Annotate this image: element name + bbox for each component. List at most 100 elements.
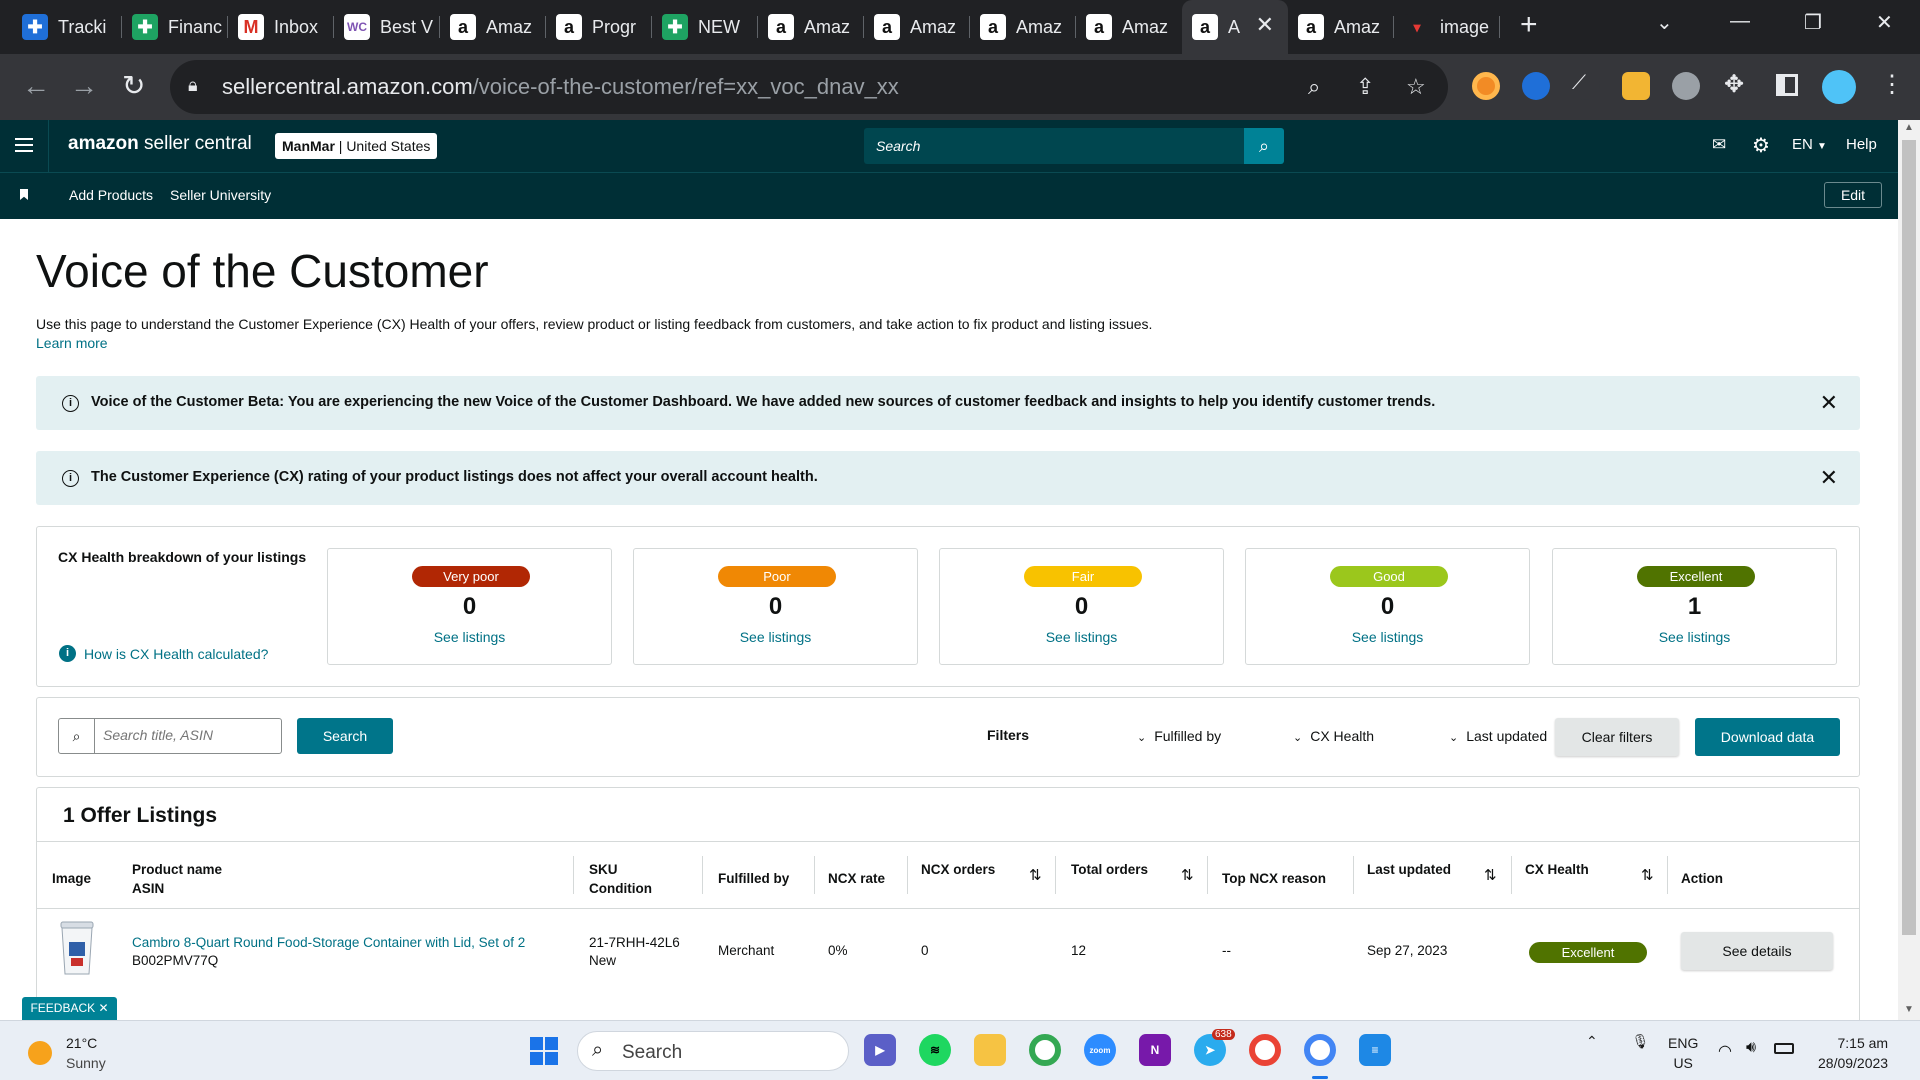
last-updated-dropdown[interactable]: ⌄ Last updated xyxy=(1449,728,1547,744)
edit-bookmarks-button[interactable]: Edit xyxy=(1824,182,1882,208)
fulfilled-by-dropdown[interactable]: ⌄ Fulfilled by xyxy=(1137,728,1221,744)
see-listings-link[interactable]: See listings xyxy=(940,629,1223,645)
language-selector[interactable]: EN ▼ xyxy=(1792,136,1827,153)
browser-tab[interactable]: M Inbox xyxy=(228,0,334,54)
help-link[interactable]: Help xyxy=(1846,136,1877,153)
reload-icon[interactable]: ↻ xyxy=(122,70,145,102)
mail-icon[interactable]: ✉ xyxy=(1712,135,1726,155)
browser-tab-active[interactable]: aA ✕ xyxy=(1182,0,1288,54)
side-panel-icon[interactable] xyxy=(1776,74,1798,96)
weather-widget[interactable]: 21°C Sunny xyxy=(28,1035,106,1071)
pen-extension-icon[interactable]: ⟋ xyxy=(1572,72,1600,100)
bookmark-add-products[interactable]: Add Products xyxy=(69,187,153,203)
chrome-profile-icon[interactable] xyxy=(1249,1034,1281,1066)
see-listings-link[interactable]: See listings xyxy=(328,629,611,645)
extension-icon[interactable] xyxy=(1472,72,1500,100)
spotify-icon[interactable]: ≋ xyxy=(919,1034,951,1066)
asin: B002PMV77Q xyxy=(132,953,219,968)
sort-arrows-icon[interactable]: ⇅ xyxy=(1029,866,1042,884)
sort-arrows-icon[interactable]: ⇅ xyxy=(1484,866,1497,884)
see-listings-link[interactable]: See listings xyxy=(634,629,917,645)
dismiss-close-icon[interactable]: ✕ xyxy=(1820,390,1838,416)
teams-meet-icon[interactable]: ▶ xyxy=(864,1034,896,1066)
sort-arrows-icon[interactable]: ⇅ xyxy=(1641,866,1654,884)
windows-start-icon[interactable] xyxy=(530,1037,558,1065)
browser-tab[interactable]: ✚ Financ xyxy=(122,0,228,54)
browser-tab[interactable]: a Amaz xyxy=(440,0,546,54)
close-window-icon[interactable]: ✕ xyxy=(1876,10,1893,35)
product-thumbnail[interactable] xyxy=(55,918,99,978)
listing-search-field[interactable]: ⌕ xyxy=(58,718,282,754)
show-hidden-icons-chevron-icon[interactable]: ⌃ xyxy=(1586,1033,1598,1049)
notepad-icon[interactable]: ≡ xyxy=(1359,1034,1391,1066)
see-details-button[interactable]: See details xyxy=(1681,932,1833,970)
browser-tab[interactable]: ✚ NEW xyxy=(652,0,758,54)
clock[interactable]: 7:15 am 28/09/2023 xyxy=(1818,1033,1888,1073)
restore-icon[interactable]: ❐ xyxy=(1804,10,1822,35)
product-name-link[interactable]: Cambro 8-Quart Round Food-Storage Contai… xyxy=(132,934,525,952)
browser-tab[interactable]: ✚ Tracki xyxy=(12,0,122,54)
speaker-icon[interactable]: 🔊︎ xyxy=(1746,1039,1756,1057)
account-switcher[interactable]: ManMar | United States xyxy=(275,133,438,159)
zoom-icon[interactable]: ⌕ xyxy=(1308,74,1320,100)
browser-tab[interactable]: a Amaz xyxy=(864,0,970,54)
bookmark-star-icon[interactable]: ☆ xyxy=(1406,74,1426,100)
close-tab-icon[interactable]: ✕ xyxy=(1256,12,1274,38)
file-explorer-icon[interactable] xyxy=(974,1034,1006,1066)
share-icon[interactable]: ⇪ xyxy=(1356,74,1374,100)
settings-gear-icon[interactable]: ⚙ xyxy=(1752,133,1770,158)
dismiss-close-icon[interactable]: ✕ xyxy=(1820,465,1838,491)
sort-arrows-icon[interactable]: ⇅ xyxy=(1181,866,1194,884)
browser-tab[interactable]: a Progr xyxy=(546,0,652,54)
minimize-icon[interactable]: — xyxy=(1730,10,1750,33)
profile-avatar[interactable] xyxy=(1822,70,1856,104)
input-language[interactable]: ENG US xyxy=(1668,1033,1698,1073)
new-tab-icon[interactable]: + xyxy=(1520,8,1538,42)
browser-tab[interactable]: a Amaz xyxy=(970,0,1076,54)
seller-central-logo[interactable]: amazon seller central xyxy=(68,133,252,155)
language-code: ENG xyxy=(1668,1035,1699,1051)
browser-tab[interactable]: ▾ image xyxy=(1394,0,1500,54)
url-path: /voice-of-the-customer/ref=xx_voc_dnav_x… xyxy=(472,74,899,99)
feedback-tab[interactable]: FEEDBACK ✕ xyxy=(22,997,117,1020)
zoom-icon[interactable]: zoom xyxy=(1084,1034,1116,1066)
download-data-button[interactable]: Download data xyxy=(1695,718,1840,756)
browser-tab[interactable]: a Amaz xyxy=(1288,0,1394,54)
scroll-down-icon[interactable]: ▼ xyxy=(1904,1004,1914,1015)
cx-health-calculation-link[interactable]: i How is CX Health calculated? xyxy=(59,645,268,662)
see-listings-link[interactable]: See listings xyxy=(1246,629,1529,645)
tab-search-chevron-icon[interactable]: ⌄ xyxy=(1656,10,1673,35)
clickup-extension-icon[interactable] xyxy=(1522,72,1550,100)
address-bar[interactable]: 🔒︎ sellercentral.amazon.com/voice-of-the… xyxy=(170,60,1448,114)
wifi-icon[interactable]: ◠ xyxy=(1718,1041,1732,1061)
forward-icon[interactable]: → xyxy=(70,70,98,102)
onenote-icon[interactable]: N xyxy=(1139,1034,1171,1066)
taskbar-search[interactable]: ⌕ Search xyxy=(577,1031,849,1071)
scrollbar-thumb[interactable] xyxy=(1902,140,1916,935)
battery-icon[interactable] xyxy=(1774,1043,1794,1054)
vertical-scrollbar[interactable]: ▲ ▼ xyxy=(1898,120,1920,1020)
scroll-up-icon[interactable]: ▲ xyxy=(1904,122,1914,133)
see-listings-link[interactable]: See listings xyxy=(1553,629,1836,645)
global-search-input[interactable]: Search xyxy=(864,128,1244,164)
clear-filters-button[interactable]: Clear filters xyxy=(1555,718,1679,756)
browser-tab[interactable]: a Amaz xyxy=(1076,0,1182,54)
puzzle-icon[interactable]: ✥ xyxy=(1724,70,1744,99)
listing-search-input[interactable] xyxy=(103,727,273,743)
globe-extension-icon[interactable] xyxy=(1672,72,1700,100)
learn-more-link[interactable]: Learn more xyxy=(36,335,108,351)
chrome-icon[interactable] xyxy=(1029,1034,1061,1066)
global-search-button[interactable]: ⌕ xyxy=(1244,128,1284,164)
lock-icon[interactable]: 🔒︎ xyxy=(188,75,198,96)
chrome-active-icon[interactable] xyxy=(1304,1034,1336,1066)
bookmark-seller-university[interactable]: Seller University xyxy=(170,187,271,203)
cx-health-dropdown[interactable]: ⌄ CX Health xyxy=(1293,728,1374,744)
chrome-menu-icon[interactable]: ⋮ xyxy=(1880,70,1904,99)
hamburger-menu-icon[interactable] xyxy=(15,138,33,152)
keepa-extension-icon[interactable] xyxy=(1622,72,1650,100)
back-icon[interactable]: ← xyxy=(22,70,50,102)
browser-tab[interactable]: WC Best V xyxy=(334,0,440,54)
browser-tab[interactable]: a Amaz xyxy=(758,0,864,54)
microphone-icon[interactable]: 🎙︎ xyxy=(1632,1033,1650,1049)
search-button[interactable]: Search xyxy=(297,718,393,754)
